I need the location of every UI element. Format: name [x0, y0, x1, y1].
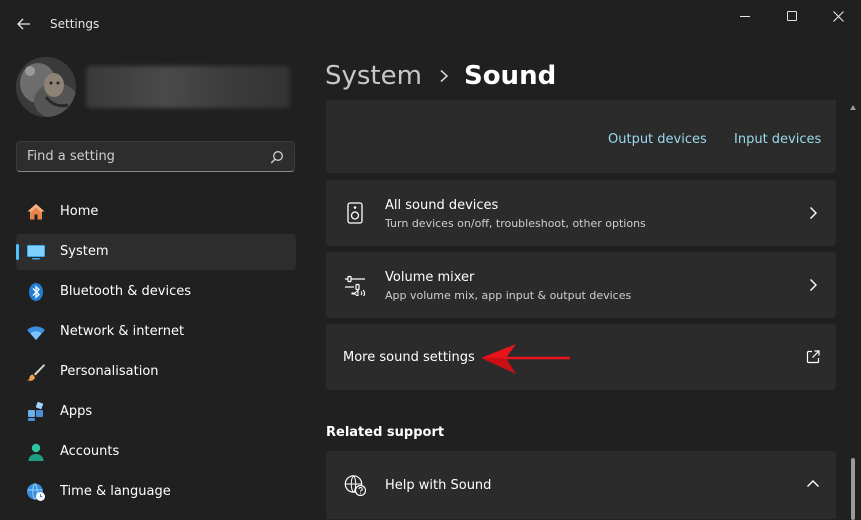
external-link-icon — [806, 350, 820, 364]
sidebar-item-bluetooth[interactable]: Bluetooth & devices — [16, 274, 296, 310]
sidebar-item-system[interactable]: System — [16, 234, 296, 270]
sidebar-item-apps[interactable]: Apps — [16, 394, 296, 430]
chevron-right-icon — [810, 207, 817, 219]
input-devices-link[interactable]: Input devices — [734, 132, 821, 147]
chevron-up-icon[interactable] — [806, 479, 820, 489]
back-arrow-icon — [17, 18, 30, 30]
sidebar-item-label: Apps — [60, 404, 93, 419]
sidebar-nav: Home System Bluetooth & devices Network … — [16, 194, 296, 514]
related-support-heading: Related support — [326, 425, 445, 440]
system-icon — [27, 245, 45, 260]
bluetooth-icon — [29, 283, 43, 301]
row-title: Volume mixer — [385, 270, 475, 285]
row-title: More sound settings — [343, 350, 475, 365]
mixer-icon — [345, 275, 366, 296]
chevron-right-icon — [440, 69, 449, 83]
row-title: All sound devices — [385, 198, 499, 213]
minimize-button[interactable] — [722, 0, 768, 32]
sidebar-item-personalisation[interactable]: Personalisation — [16, 354, 296, 390]
home-icon — [27, 204, 45, 220]
sidebar-item-label: Bluetooth & devices — [60, 284, 191, 299]
speaker-icon — [347, 202, 363, 224]
minimize-icon — [740, 16, 750, 17]
sidebar-item-accounts[interactable]: Accounts — [16, 434, 296, 470]
search-box — [16, 141, 295, 172]
annotation-arrow-icon — [481, 344, 570, 374]
scrollbar[interactable] — [850, 104, 856, 520]
row-subtitle: App volume mix, app input & output devic… — [385, 289, 632, 302]
volume-mixer-row[interactable]: Volume mixer App volume mix, app input &… — [326, 252, 836, 318]
close-icon — [832, 10, 844, 22]
chevron-right-icon — [810, 279, 817, 291]
avatar-image — [16, 57, 76, 117]
search-input[interactable] — [17, 142, 257, 171]
account-icon — [28, 443, 44, 461]
help-globe-icon — [344, 475, 366, 496]
globe-clock-icon — [27, 483, 45, 501]
sidebar-item-label: Accounts — [60, 444, 120, 459]
back-button[interactable] — [10, 12, 38, 36]
maximize-button[interactable] — [769, 0, 815, 32]
brush-icon — [27, 364, 45, 381]
close-button[interactable] — [815, 0, 861, 32]
sidebar-item-label: Network & internet — [60, 324, 185, 339]
sidebar-item-label: Time & language — [60, 484, 171, 499]
all-sound-devices-row[interactable]: All sound devices Turn devices on/off, t… — [326, 180, 836, 246]
sidebar-item-network[interactable]: Network & internet — [16, 314, 296, 350]
page-title: Sound — [463, 61, 557, 91]
sidebar-item-home[interactable]: Home — [16, 194, 296, 230]
sidebar-item-label: System — [60, 244, 109, 259]
row-title: Help with Sound — [385, 478, 492, 493]
devices-links-card: Output devices Input devices — [326, 100, 836, 173]
row-subtitle: Turn devices on/off, troubleshoot, other… — [385, 217, 646, 230]
output-devices-link[interactable]: Output devices — [608, 132, 707, 147]
sidebar-item-label: Personalisation — [60, 364, 159, 379]
breadcrumb: System Sound — [325, 58, 556, 94]
help-with-sound-row[interactable]: Help with Sound — [326, 451, 836, 519]
sidebar-item-label: Home — [60, 204, 99, 219]
scroll-up-icon[interactable] — [850, 104, 856, 112]
avatar[interactable] — [16, 57, 76, 117]
search-icon[interactable] — [270, 150, 284, 164]
more-sound-settings-row[interactable]: More sound settings — [326, 324, 836, 390]
sidebar-item-time-language[interactable]: Time & language — [16, 474, 296, 510]
app-title: Settings — [50, 17, 100, 31]
profile-name-redacted — [86, 66, 290, 108]
scroll-thumb[interactable] — [851, 458, 855, 520]
apps-icon — [28, 402, 44, 421]
wifi-icon — [27, 326, 45, 340]
breadcrumb-system[interactable]: System — [325, 61, 422, 91]
title-bar: Settings — [0, 0, 861, 48]
maximize-icon — [787, 11, 797, 21]
